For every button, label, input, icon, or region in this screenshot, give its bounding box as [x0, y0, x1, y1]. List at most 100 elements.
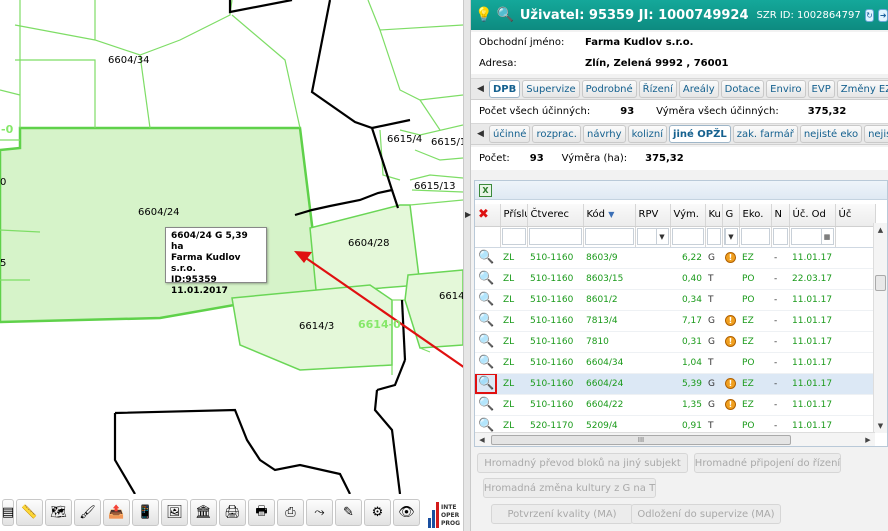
tab-nejiste-eko[interactable]: nejisté eko: [799, 125, 863, 143]
filter-input[interactable]: [740, 228, 770, 245]
tab-navrhy[interactable]: návrhy: [582, 125, 626, 143]
filter-input[interactable]: [706, 228, 721, 245]
table-row[interactable]: 🔍 ZL 510-1160 7813/4 7,17 G! EZ -11.01.17: [475, 310, 875, 332]
route-icon[interactable]: ⤳: [306, 499, 333, 526]
col-header[interactable]: Eko.: [739, 204, 772, 227]
print-red-icon[interactable]: ⎙: [277, 499, 304, 526]
filter-cell[interactable]: [771, 226, 790, 248]
building-icon[interactable]: 🏛: [190, 499, 217, 526]
warning-icon[interactable]: !: [725, 378, 736, 389]
col-header[interactable]: G: [722, 204, 740, 227]
filter-input[interactable]: [671, 228, 704, 245]
tab-podrobne[interactable]: Podrobné: [581, 80, 637, 98]
magnifier-icon[interactable]: 🔍: [475, 373, 498, 393]
magnifier-icon[interactable]: 🔍: [478, 250, 494, 265]
excel-export-icon[interactable]: X: [479, 183, 492, 197]
tab-zmeny-ez[interactable]: Změny EZ: [836, 80, 888, 98]
filter-cell[interactable]: [583, 226, 636, 248]
scroll-track[interactable]: III: [489, 434, 861, 445]
logout-icon[interactable]: ➜: [878, 8, 888, 22]
date-filter[interactable]: ▦: [790, 228, 834, 245]
tab-arealy[interactable]: Areály: [678, 80, 719, 98]
filter-input[interactable]: [772, 228, 788, 245]
col-header[interactable]: Úč: [835, 204, 876, 227]
quality-confirm-button[interactable]: Potvrzení kvality (MA): [491, 504, 633, 524]
eye-icon[interactable]: 👁: [393, 499, 420, 526]
filter-cell[interactable]: [670, 226, 706, 248]
warning-icon[interactable]: !: [725, 252, 736, 263]
magnifier-icon[interactable]: 🔍: [478, 313, 494, 328]
export-icon[interactable]: 📤: [103, 499, 130, 526]
bulk-culture-change-button[interactable]: Hromadná změna kultury z G na T: [483, 478, 656, 498]
warning-icon[interactable]: !: [725, 315, 736, 326]
tab-jine-opzl[interactable]: jiné OPŽL: [669, 125, 731, 143]
tab-nejist[interactable]: nejist: [864, 125, 888, 143]
clear-filter-icon[interactable]: ✖: [475, 204, 501, 227]
filter-cell[interactable]: ▼: [722, 226, 740, 248]
filter-input[interactable]: [584, 228, 634, 245]
tab-kolizni[interactable]: kolizní: [627, 125, 668, 143]
tab-rozprac[interactable]: rozprac.: [532, 125, 581, 143]
table-row[interactable]: 🔍 ZL 510-1160 8603/15 0,40 T PO -22.03.17: [475, 268, 875, 290]
horizontal-scrollbar[interactable]: ◀ III ▶: [475, 432, 875, 446]
layers-icon[interactable]: ▤: [2, 499, 14, 526]
scroll-thumb[interactable]: [875, 275, 886, 291]
chevron-down-icon[interactable]: ▼: [724, 229, 737, 244]
table-row[interactable]: 🔍 ZL 510-1160 8603/9 6,22 G! EZ -11.01.17: [475, 247, 875, 269]
table-row[interactable]: 🔍 ZL 510-1160 6604/34 1,04 T PO -11.01.17: [475, 352, 875, 374]
tab-ucinne[interactable]: účinné: [489, 125, 531, 143]
col-header[interactable]: Vým.: [670, 204, 706, 227]
defer-supervision-button[interactable]: Odložení do supervize (MA): [631, 504, 781, 524]
search-icon[interactable]: 🔍: [496, 7, 513, 23]
magnifier-icon[interactable]: 🔍: [478, 355, 494, 370]
subtabs-left-icon[interactable]: ◀: [474, 129, 487, 139]
panel-splitter[interactable]: ▶: [463, 0, 471, 531]
col-header[interactable]: Příslu: [500, 204, 528, 227]
magnifier-icon[interactable]: 🔍: [478, 397, 494, 412]
tab-dpb[interactable]: DPB: [489, 80, 521, 98]
table-row[interactable]: 🔍 ZL 510-1160 8601/2 0,34 T PO -11.01.17: [475, 289, 875, 311]
filter-cell[interactable]: ▦: [789, 226, 836, 248]
tab-rizeni[interactable]: Řízení: [638, 80, 677, 98]
table-row[interactable]: 🔍 ZL 510-1160 7810 0,31 G! EZ -11.01.17: [475, 331, 875, 353]
image-edit-icon[interactable]: 🖼: [161, 499, 188, 526]
col-header[interactable]: Čtverec: [527, 204, 584, 227]
bulk-transfer-button[interactable]: Hromadný převod bloků na jiný subjekt: [477, 453, 688, 473]
scroll-up-icon[interactable]: ▲: [874, 223, 887, 237]
scroll-thumb[interactable]: III: [491, 434, 791, 445]
magnifier-icon[interactable]: 🔍: [478, 418, 494, 433]
col-header[interactable]: Ku: [705, 204, 723, 227]
tab-dotace[interactable]: Dotace: [720, 80, 765, 98]
marker-icon[interactable]: ✎: [335, 499, 362, 526]
filter-cell[interactable]: [527, 226, 584, 248]
filter-cell[interactable]: [739, 226, 772, 248]
parcel-icon[interactable]: 🗺: [45, 499, 72, 526]
tab-supervize[interactable]: Supervize: [522, 80, 580, 98]
scroll-right-icon[interactable]: ▶: [861, 436, 875, 444]
tab-evp[interactable]: EVP: [807, 80, 835, 98]
vertical-scrollbar[interactable]: ▲ ▼: [873, 223, 887, 433]
map-view[interactable]: 6604/34 6604/24 6604/28 6614/3 6615/4 66…: [0, 0, 463, 531]
magnifier-icon[interactable]: 🔍: [478, 271, 494, 286]
warning-icon[interactable]: !: [725, 399, 736, 410]
col-header[interactable]: RPV: [635, 204, 671, 227]
col-header[interactable]: Kód ▼: [583, 204, 636, 227]
bulk-attach-button[interactable]: Hromadné připojení do řízení: [694, 453, 841, 473]
magnifier-icon[interactable]: 🔍: [478, 334, 494, 349]
brush-icon[interactable]: 🖌: [74, 499, 101, 526]
settings-icon[interactable]: ⚙: [364, 499, 391, 526]
table-row[interactable]: 🔍 ZL 510-1160 6604/24 5,39 G! EZ -11.01.17: [475, 373, 875, 395]
warning-icon[interactable]: !: [725, 336, 736, 347]
filter-input[interactable]: [528, 228, 582, 245]
ruler-icon[interactable]: 📏: [16, 499, 43, 526]
calendar-icon[interactable]: ▦: [820, 229, 833, 244]
refresh-icon[interactable]: ↻: [864, 8, 875, 22]
filter-cell[interactable]: [500, 226, 528, 248]
device-icon[interactable]: 📱: [132, 499, 159, 526]
chevron-down-icon[interactable]: ▼: [655, 229, 668, 244]
scroll-left-icon[interactable]: ◀: [475, 436, 489, 444]
filter-select[interactable]: ▼: [723, 228, 738, 245]
filter-cell[interactable]: ▼: [635, 226, 671, 248]
magnifier-icon[interactable]: 🔍: [478, 292, 494, 307]
print-icon[interactable]: 🖨: [219, 499, 246, 526]
